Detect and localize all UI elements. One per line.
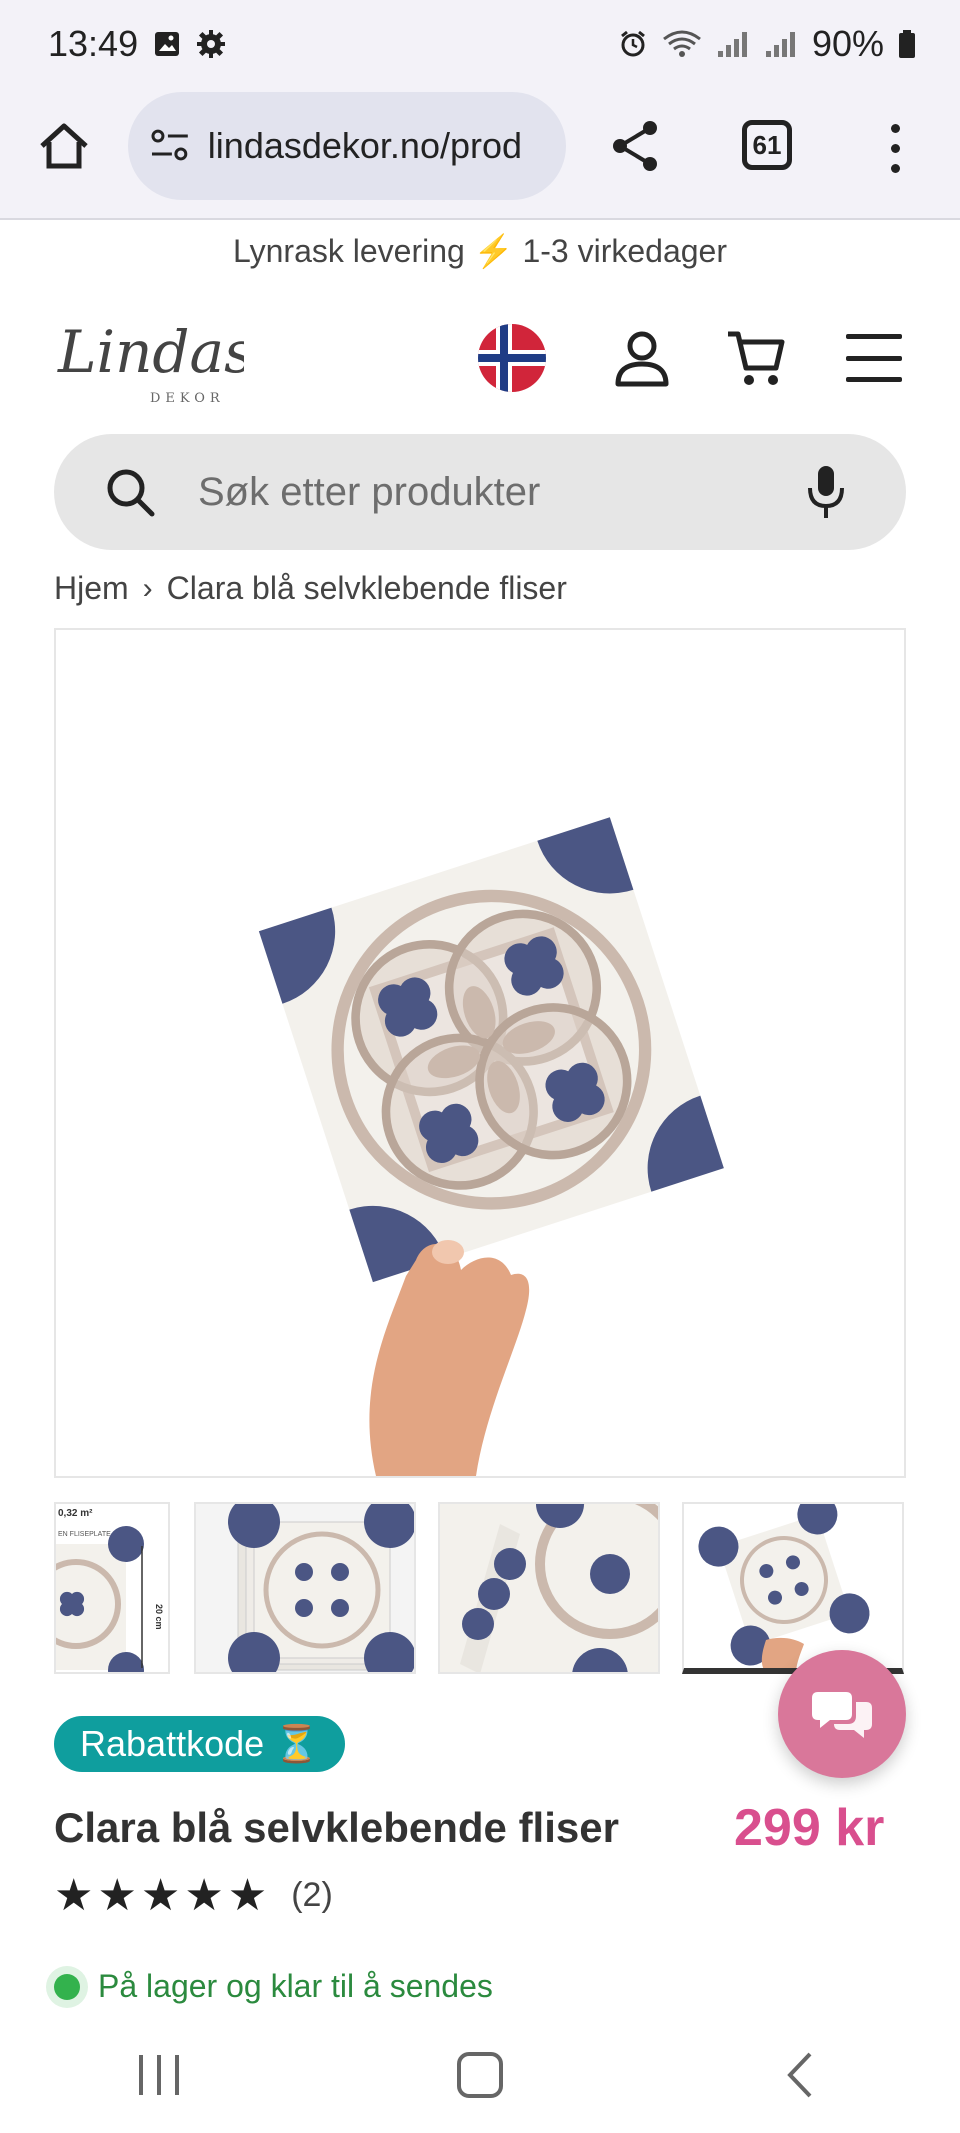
user-icon (615, 331, 669, 387)
promo-text-after: 1-3 virkedager (522, 233, 727, 269)
site-settings-icon[interactable] (150, 128, 190, 164)
thumb-label-sub: EN FLISEPLATE (58, 1531, 111, 1538)
product-rating[interactable]: ★★★★★ (2) (54, 1870, 333, 1921)
url-text: lindasdekor.no/prod (207, 125, 523, 166)
cart-icon (728, 331, 785, 385)
promo-text-before: Lynrask levering (233, 233, 465, 269)
share-button[interactable] (606, 116, 666, 176)
cart-button[interactable] (724, 326, 788, 390)
product-price: 299 kr (734, 1799, 885, 1857)
thumb-label-area: 0,32 m² (58, 1508, 93, 1519)
lightning-icon: ⚡ (473, 233, 514, 269)
product-main-image[interactable] (54, 628, 906, 1478)
back-button[interactable] (760, 2035, 840, 2115)
logo-text: Lindas (57, 318, 244, 386)
recent-apps-button[interactable] (120, 2035, 200, 2115)
thumbnail-2[interactable] (194, 1502, 416, 1674)
status-bar: 13:49 90% (0, 0, 960, 88)
breadcrumb-current: Clara blå selvklebende fliser (166, 570, 567, 606)
chat-button[interactable] (778, 1650, 906, 1778)
stock-status: På lager og klar til å sendes (54, 1968, 493, 2005)
battery-percent: 90% (811, 23, 884, 64)
home-icon (40, 123, 88, 169)
hamburger-line-icon (846, 334, 902, 339)
back-chevron-icon (787, 2052, 812, 2097)
search-bar (54, 434, 906, 550)
review-count: (2) (291, 1876, 333, 1914)
address-bar[interactable]: lindasdekor.no/prod (128, 92, 566, 200)
hourglass-icon: ⏳ (274, 1723, 319, 1764)
settings-gear-icon (196, 29, 226, 59)
system-navigation-bar (0, 2016, 960, 2133)
thumbnail-3[interactable] (438, 1502, 660, 1674)
breadcrumb-home[interactable]: Hjem (54, 570, 129, 607)
microphone-icon[interactable] (806, 464, 846, 520)
browser-menu-button[interactable] (880, 118, 910, 178)
thumb-label-side: 20 cm (154, 1604, 164, 1630)
star-rating-icon: ★★★★★ (54, 1871, 272, 1920)
tab-switcher-button[interactable]: 61 (742, 120, 792, 170)
account-button[interactable] (610, 326, 674, 390)
home-button[interactable] (36, 114, 92, 178)
product-title: Clara blå selvklebende fliser (54, 1804, 619, 1851)
chevron-right-icon: › (142, 571, 153, 605)
home-nav-button[interactable] (440, 2035, 520, 2115)
stock-text: På lager og klar til å sendes (98, 1968, 493, 2004)
search-icon[interactable] (104, 466, 156, 518)
menu-dot-icon (890, 123, 900, 133)
signal-icon-2 (764, 29, 798, 59)
wifi-icon (662, 29, 702, 59)
chat-bubbles-icon (812, 1692, 872, 1738)
signal-icon (716, 29, 750, 59)
thumbnail-1[interactable]: 0,32 m² EN FLISEPLATE 20 cm (54, 1502, 170, 1674)
search-input[interactable] (196, 468, 806, 516)
thumbnail-4[interactable] (682, 1502, 904, 1674)
recent-apps-icon (139, 2054, 179, 2095)
status-time: 13:49 (48, 23, 139, 64)
menu-dot-icon (890, 143, 900, 153)
alarm-icon (618, 29, 648, 59)
site-logo[interactable]: Lindas DEKOR (54, 310, 254, 410)
norway-flag-icon[interactable] (478, 324, 546, 392)
badge-label: Rabattkode (80, 1723, 265, 1764)
breadcrumb: Hjem › Clara blå selvklebende fliser (54, 570, 567, 607)
gallery-icon (152, 29, 182, 59)
in-stock-dot-icon (54, 1973, 80, 2000)
browser-toolbar: lindasdekor.no/prod 61 (0, 88, 960, 220)
shipping-promo: Lynrask levering ⚡ 1-3 virkedager (0, 232, 960, 270)
share-icon (613, 121, 657, 171)
menu-dot-icon (890, 163, 900, 173)
logo-sub: DEKOR (150, 391, 225, 406)
home-square-icon (457, 2051, 503, 2098)
discount-code-badge[interactable]: Rabattkode ⏳ (54, 1716, 345, 1772)
hamburger-line-icon (846, 377, 902, 382)
hamburger-line-icon (846, 355, 902, 361)
tab-count: 61 (752, 129, 782, 160)
site-header: Lindas DEKOR (0, 300, 960, 430)
thumbnail-strip: 0,32 m² EN FLISEPLATE 20 cm (54, 1502, 906, 1674)
site-menu-button[interactable] (846, 334, 902, 382)
battery-icon (898, 29, 916, 59)
